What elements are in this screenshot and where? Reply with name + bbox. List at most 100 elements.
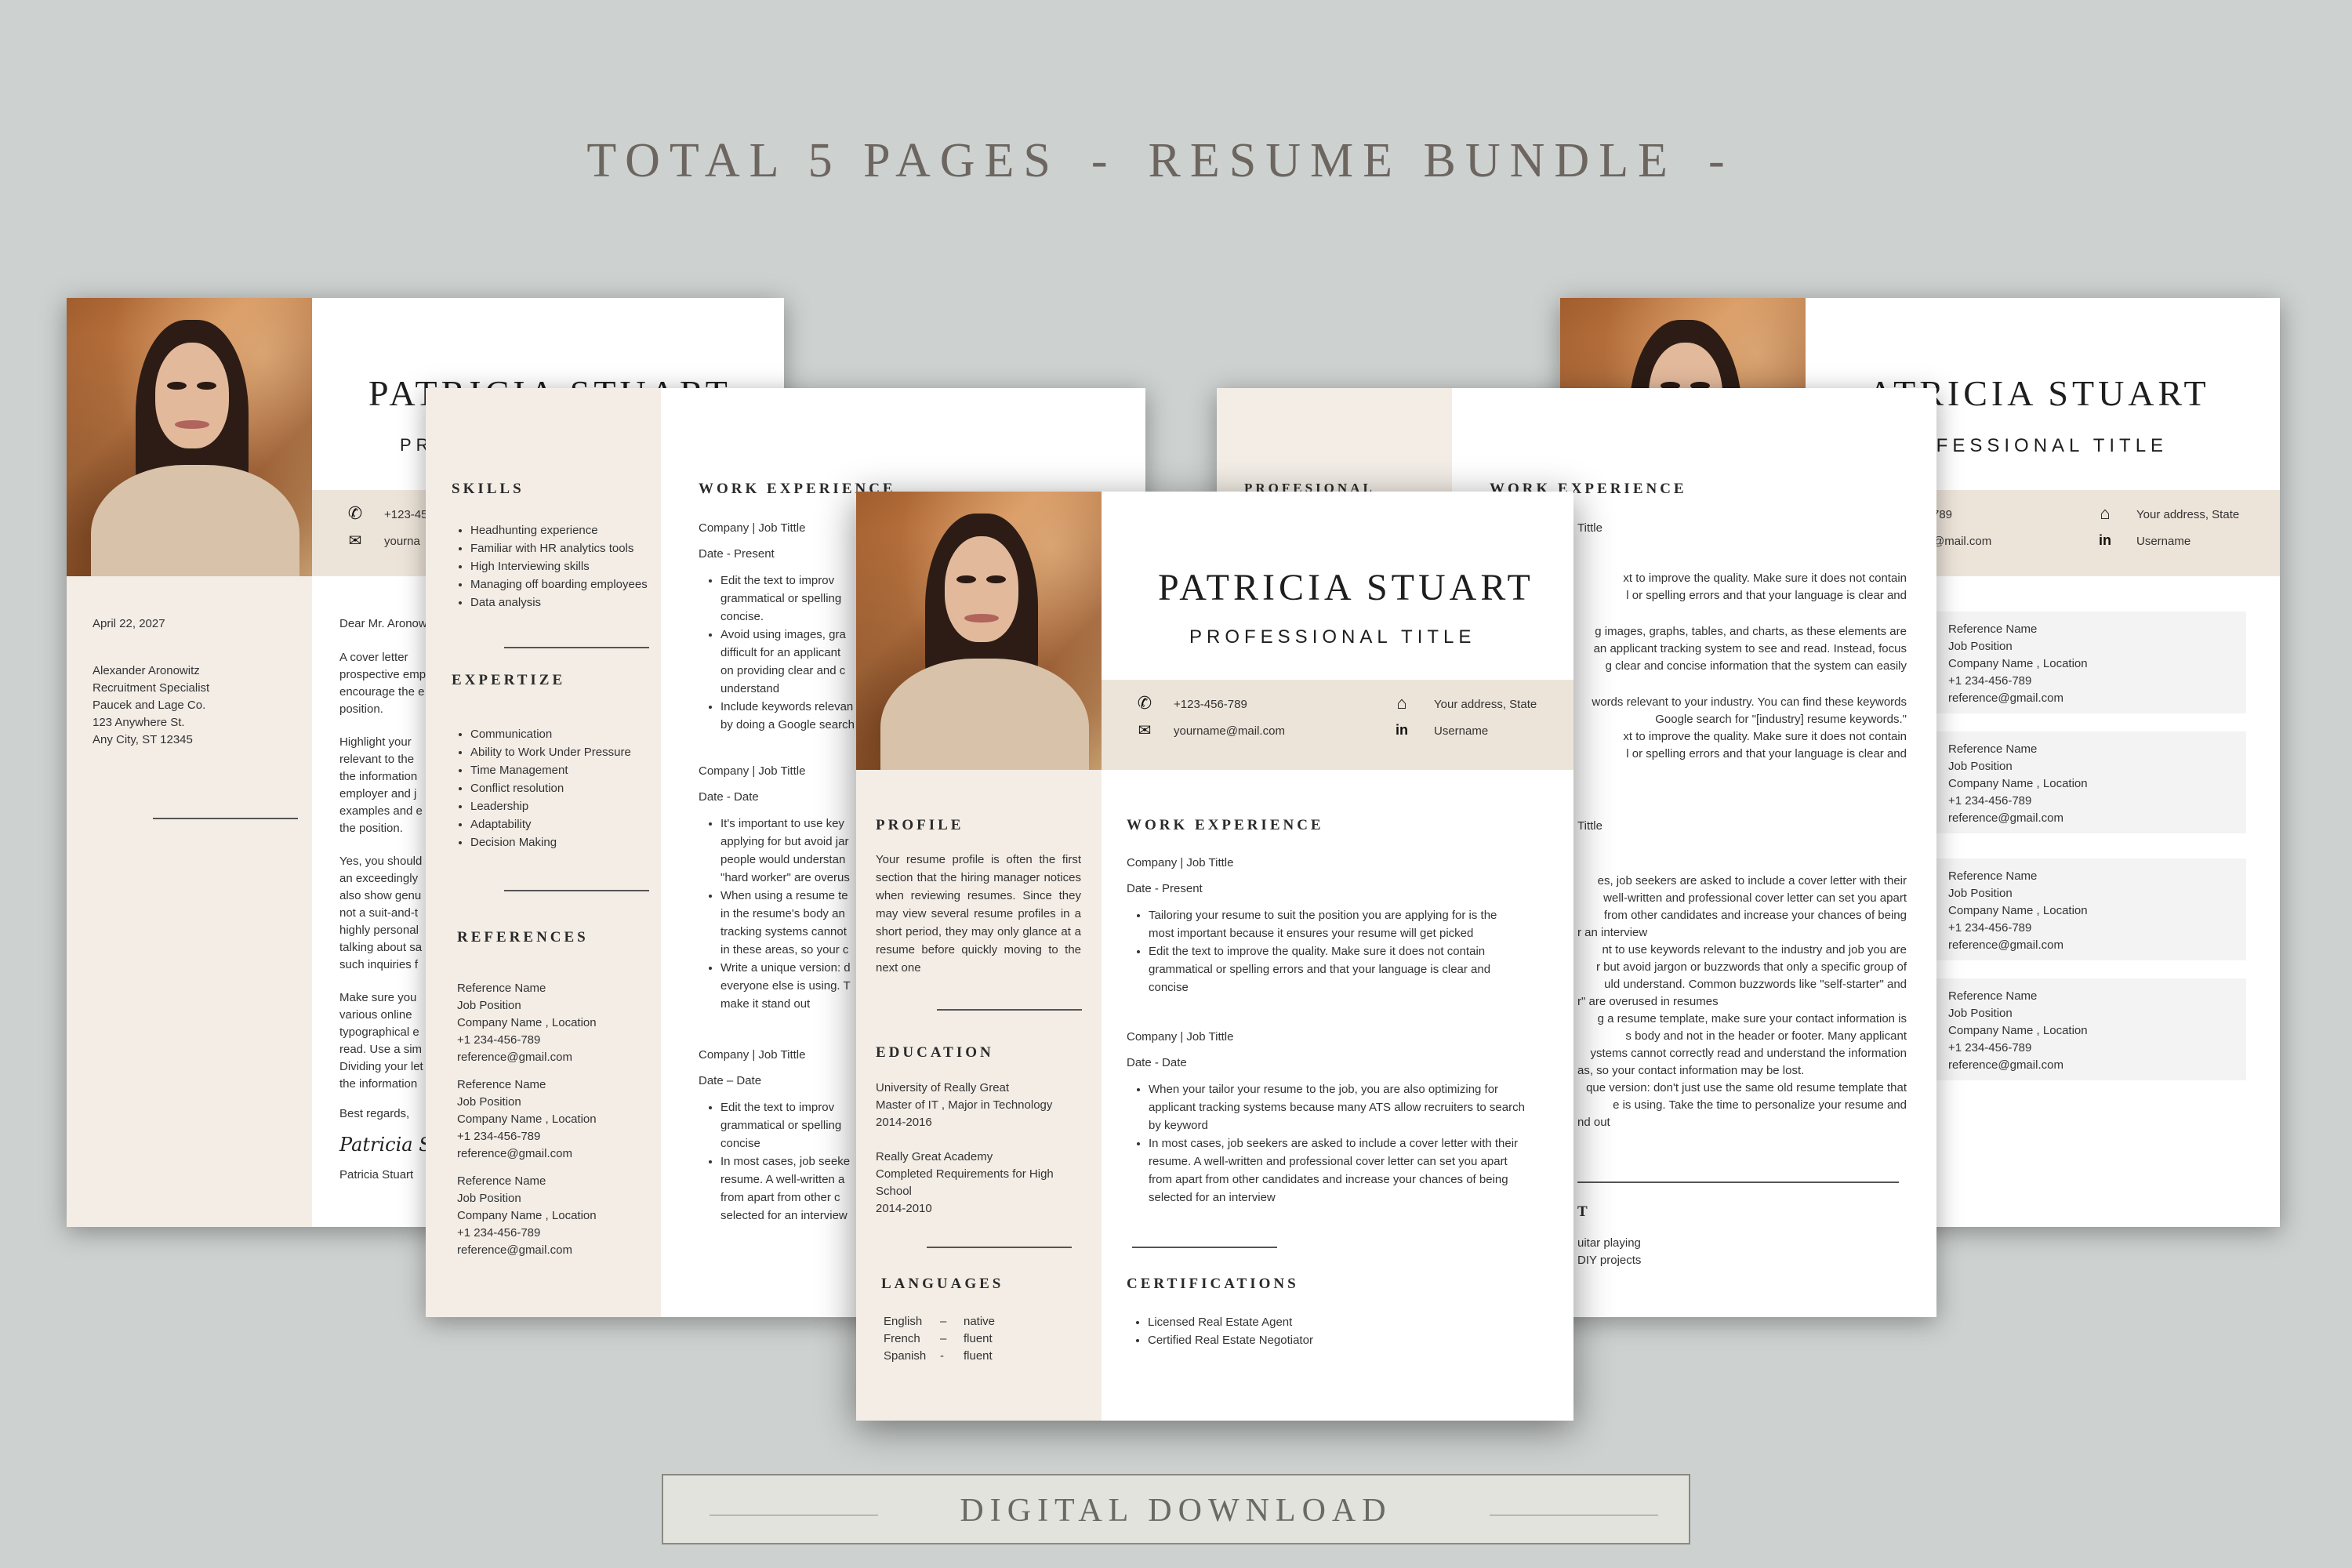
letter-line: the information [339, 770, 418, 783]
job-line: nt to use keywords relevant to the indus… [1602, 943, 1907, 956]
languages-table: English – native French – fluent Spanish - flu… [884, 1313, 995, 1365]
reference-line: Company Name , Location [457, 1209, 597, 1222]
letter-line: not a suit-and-t [339, 906, 419, 920]
recipient-line: Recruitment Specialist [93, 681, 210, 695]
language-dash: – [940, 1315, 947, 1328]
divider [504, 890, 649, 891]
job-company: Company | Job Tittle [699, 521, 806, 535]
reference-line: Reference Name [1948, 869, 2038, 883]
refs-address: Your address, State [2136, 508, 2240, 521]
bundle-banner: TOTAL 5 PAGES - RESUME BUNDLE - [0, 133, 2352, 189]
banner-separator: - [1091, 134, 1117, 187]
certifications-heading: CERTIFICATIONS [1127, 1276, 1299, 1292]
skill-item: Data analysis [470, 593, 648, 612]
reference-line: Job Position [1948, 760, 2013, 773]
job-text: xt to improve the quality. Make sure it … [1577, 570, 1907, 763]
letter-line: employer and j [339, 787, 417, 800]
recipient-line: Any City, ST 12345 [93, 733, 193, 746]
certifications-list: Licensed Real Estate Agent Certified Rea… [1131, 1313, 1313, 1349]
job-company: Company | Job Tittle [1127, 1030, 1234, 1044]
signed-name: Patricia Stuart [339, 1168, 414, 1181]
reference-line: Job Position [1948, 1007, 2013, 1020]
job-line: Google search for "[industry] resume key… [1655, 713, 1907, 726]
job-date: Date – Date [699, 1074, 762, 1087]
job-entry: Company | Job Tittle Date - Present Tail… [1127, 855, 1542, 996]
letter-closing: Best regards, [339, 1107, 410, 1120]
contact-linkedin: Username [1434, 724, 1489, 738]
job-line: es, job seekers are asked to include a c… [1597, 874, 1907, 887]
job-bullet: Avoid using images, gradifficult for an … [720, 626, 855, 698]
job-bullet: Edit the text to improvgrammatical or sp… [720, 1098, 850, 1152]
letter-line: talking about sa [339, 941, 423, 954]
banner-title: RESUME BUNDLE [1148, 134, 1677, 187]
reference-line: Company Name , Location [1948, 777, 2088, 790]
letter-line: read. Use a sim [339, 1043, 423, 1056]
language-row: English – native [884, 1313, 995, 1330]
reference-line: Reference Name [1948, 742, 2038, 756]
job-line: r" are overused in resumes [1577, 995, 1719, 1008]
reference-card: Reference Name Job Position Company Name… [1925, 858, 2246, 960]
language-dash: - [940, 1349, 944, 1363]
divider [1577, 1181, 1899, 1183]
reference-line: Job Position [457, 1192, 521, 1205]
expertise-item: Ability to Work Under Pressure [470, 743, 631, 761]
education-line: Completed Requirements for High [876, 1167, 1054, 1181]
letter-line: the information [339, 1077, 418, 1091]
letter-line: various online [339, 1008, 412, 1022]
letter-line: A cover letter [339, 651, 408, 664]
education-entry: Really Great Academy Completed Requireme… [876, 1149, 1054, 1218]
letter-line: typographical e [339, 1025, 419, 1039]
letter-paragraph: A cover letter prospective emp encourage… [339, 649, 439, 718]
skill-item: Managing off boarding employees [470, 575, 648, 593]
recipient-line: 123 Anywhere St. [93, 716, 185, 729]
letter-line: the position. [339, 822, 403, 835]
letter-line: prospective emp [339, 668, 426, 681]
contact-phone: +123-456-789 [1174, 698, 1247, 711]
banner-separator: - [1708, 134, 1734, 187]
reference-line: Reference Name [457, 1174, 546, 1188]
divider [504, 647, 649, 648]
job-bullet: In most cases, job seekers are asked to … [1149, 1134, 1542, 1207]
skill-item: Headhunting experience [470, 521, 648, 539]
reference-line: Reference Name [1948, 622, 2038, 636]
reference-line: Company Name , Location [1948, 657, 2088, 670]
job-date: Date - Date [699, 790, 759, 804]
certification-item: Licensed Real Estate Agent [1148, 1313, 1313, 1331]
job-line: words relevant to your industry. You can… [1592, 695, 1907, 709]
letter-date: April 22, 2027 [93, 617, 165, 630]
expertise-list: Communication Ability to Work Under Pres… [453, 725, 631, 851]
reference-line: +1 234-456-789 [457, 1130, 541, 1143]
job-line: uld understand. Common buzzwords like "s… [1604, 978, 1907, 991]
reference-line: reference@gmail.com [1948, 811, 2063, 825]
reference-card: Reference Name Job Position Company Name… [1925, 978, 2246, 1080]
reference-line: +1 234-456-789 [1948, 921, 2032, 935]
reference-card: Reference Name Job Position Company Name… [1925, 612, 2246, 713]
job-company: Company | Job Tittle [699, 764, 806, 778]
job-date: Date - Date [1127, 1056, 1187, 1069]
language-name: French [884, 1332, 920, 1345]
job-company: Company | Job Tittle [699, 1048, 806, 1062]
job-entry: Company | Job Tittle Date - Date It's im… [699, 763, 851, 1013]
job-line: from other candidates and increase your … [1603, 909, 1907, 922]
job-line: r an interview [1577, 926, 1648, 939]
reference-line: Company Name , Location [1948, 904, 2088, 917]
expertise-item: Conflict resolution [470, 779, 631, 797]
skills-heading: SKILLS [452, 481, 524, 497]
job-line [1577, 604, 1907, 623]
job-line [1577, 675, 1907, 694]
job-entry: Company | Job Tittle Date – Date Edit th… [699, 1047, 850, 1225]
reference-line: +1 234-456-789 [1948, 1041, 2032, 1054]
language-dash: – [940, 1332, 947, 1345]
download-label: DIGITAL DOWNLOAD [960, 1493, 1392, 1529]
expertise-item: Adaptability [470, 815, 631, 833]
skill-item: Familiar with HR analytics tools [470, 539, 648, 557]
job-bullets: It's important to use keyapplying for bu… [699, 815, 851, 1013]
job-line: g clear and concise information that the… [1605, 659, 1907, 673]
profile-text: Your resume profile is often the first s… [876, 853, 1081, 975]
job-date: Date - Present [699, 547, 775, 561]
languages-heading: LANGUAGES [881, 1276, 1004, 1292]
reference-line: Job Position [1948, 640, 2013, 653]
language-name: English [884, 1315, 923, 1328]
mail-icon: ✉ [348, 532, 362, 550]
job-line: xt to improve the quality. Make sure it … [1623, 572, 1907, 585]
